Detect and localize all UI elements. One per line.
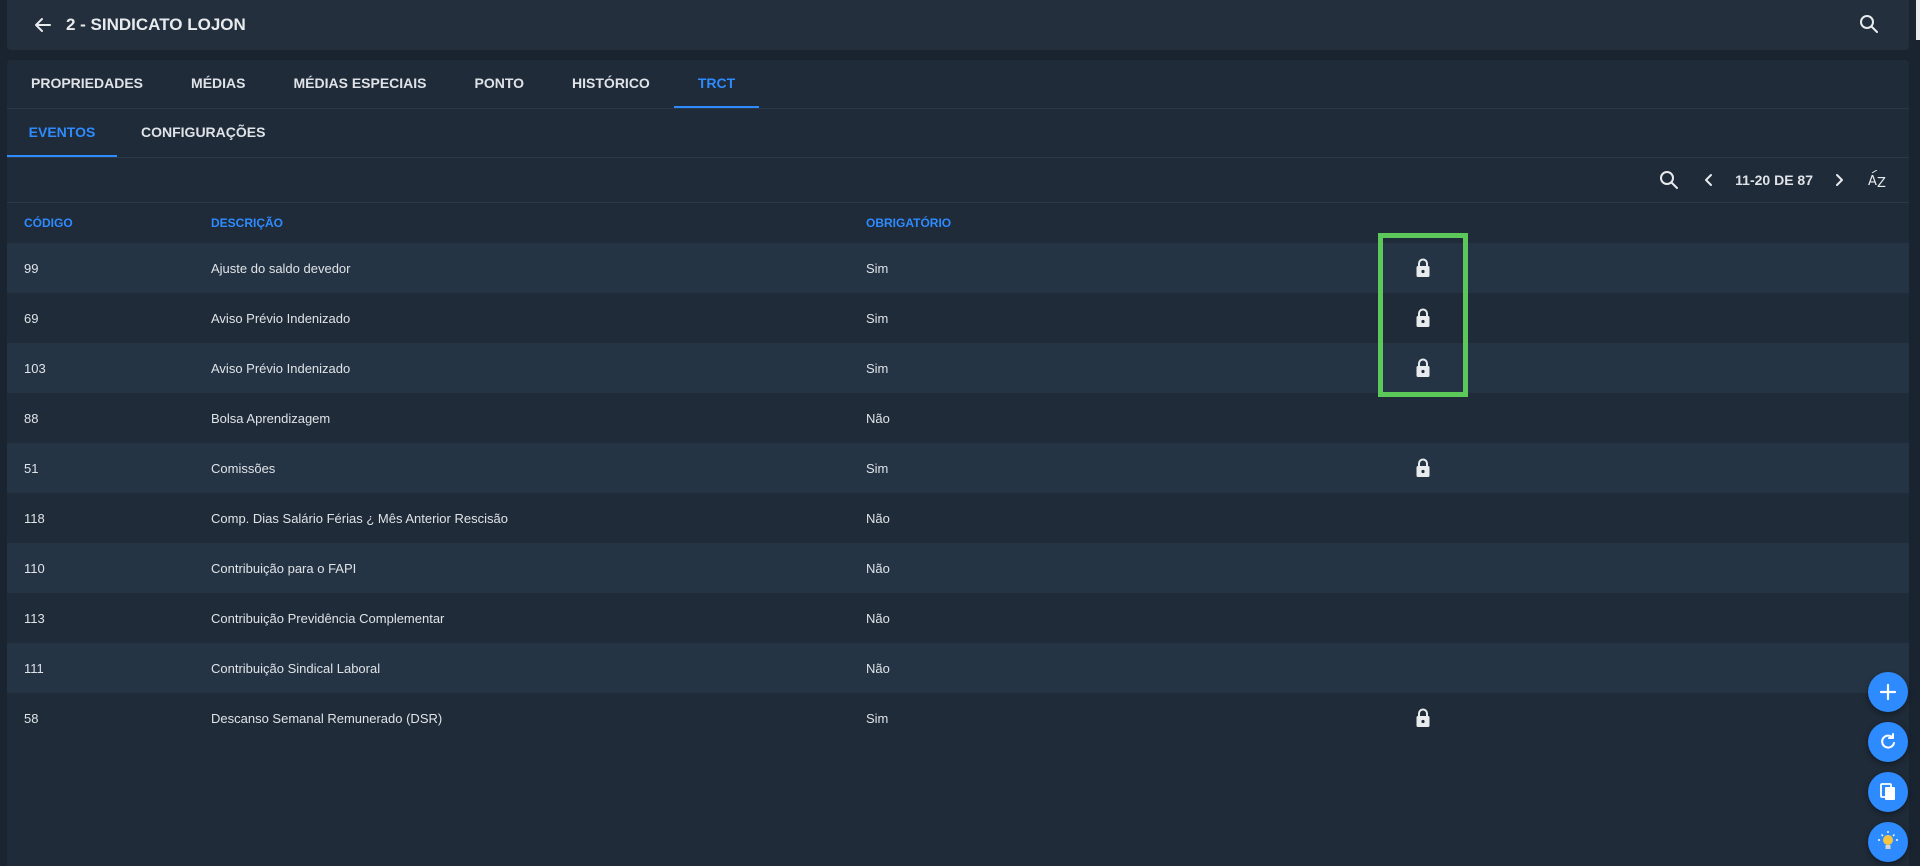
- scrollbar[interactable]: [1916, 0, 1920, 40]
- tab-propriedades[interactable]: PROPRIEDADES: [7, 60, 167, 108]
- column-header-obrigatorio[interactable]: OBRIGATÓRIO: [866, 216, 951, 230]
- refresh-icon: [1881, 733, 1895, 749]
- pagination-label: 11-20 DE 87: [1735, 172, 1813, 188]
- add-button[interactable]: [1868, 672, 1908, 712]
- lock-icon: [1414, 708, 1434, 728]
- table-toolbar: 11-20 DE 87 AZ: [7, 157, 1909, 202]
- cell-obrigatorio: Não: [866, 510, 890, 526]
- table-search-icon[interactable]: [1657, 168, 1681, 192]
- cell-obrigatorio: Sim: [866, 310, 889, 326]
- lock-icon: [1414, 358, 1434, 378]
- cell-codigo: 111: [24, 660, 44, 676]
- cell-obrigatorio: Sim: [866, 360, 889, 376]
- table-row[interactable]: 99 Ajuste do saldo devedor Sim: [7, 243, 1909, 293]
- tab-ponto[interactable]: PONTO: [451, 60, 549, 108]
- table-row[interactable]: 51 Comissões Sim: [7, 443, 1909, 493]
- page-title: 2 - SINDICATO LOJON: [66, 15, 246, 34]
- tab-medias[interactable]: MÉDIAS: [167, 60, 269, 108]
- cell-descricao: Bolsa Aprendizagem: [211, 410, 331, 426]
- lock-icon: [1414, 258, 1434, 278]
- sub-tabs: EVENTOS CONFIGURAÇÕES: [7, 109, 1909, 157]
- column-header-descricao[interactable]: DESCRIÇÃO: [211, 216, 283, 230]
- sort-az-icon[interactable]: AZ: [1867, 168, 1891, 192]
- cell-descricao: Aviso Prévio Indenizado: [211, 310, 351, 326]
- cell-obrigatorio: Sim: [866, 260, 889, 276]
- svg-text:A: A: [1868, 174, 1877, 189]
- table-row[interactable]: 88 Bolsa Aprendizagem Não: [7, 393, 1909, 443]
- tips-button[interactable]: [1868, 822, 1908, 862]
- next-page-icon[interactable]: [1827, 168, 1851, 192]
- table-row[interactable]: 103 Aviso Prévio Indenizado Sim: [7, 343, 1909, 393]
- cell-descricao: Descanso Semanal Remunerado (DSR): [211, 710, 443, 726]
- cell-codigo: 99: [24, 260, 39, 276]
- lightbulb-icon: [1878, 831, 1898, 849]
- cell-codigo: 113: [24, 610, 45, 626]
- cell-obrigatorio: Não: [866, 560, 890, 576]
- back-arrow-icon[interactable]: [32, 14, 54, 36]
- cell-descricao: Comissões: [211, 460, 276, 476]
- subtab-configuracoes[interactable]: CONFIGURAÇÕES: [117, 109, 289, 157]
- search-icon[interactable]: [1859, 14, 1881, 36]
- cell-codigo: 110: [24, 560, 45, 576]
- table-row[interactable]: 110 Contribuição para o FAPI Não: [7, 543, 1909, 593]
- cell-descricao: Contribuição Sindical Laboral: [211, 660, 381, 676]
- main-panel: PROPRIEDADES MÉDIAS MÉDIAS ESPECIAIS PON…: [7, 60, 1909, 866]
- cell-obrigatorio: Sim: [866, 710, 889, 726]
- cell-descricao: Comp. Dias Salário Férias ¿ Mês Anterior…: [211, 510, 508, 526]
- tab-medias-especiais[interactable]: MÉDIAS ESPECIAIS: [269, 60, 450, 108]
- lock-icon: [1414, 308, 1434, 328]
- cell-codigo: 69: [24, 310, 39, 326]
- column-header-codigo[interactable]: CÓDIGO: [24, 216, 73, 230]
- cell-descricao: Contribuição para o FAPI: [211, 560, 357, 576]
- tab-trct[interactable]: TRCT: [673, 60, 760, 108]
- cell-codigo: 88: [24, 410, 39, 426]
- copy-button[interactable]: [1868, 772, 1908, 812]
- cell-obrigatorio: Não: [866, 410, 890, 426]
- cell-codigo: 58: [24, 710, 39, 726]
- table-row[interactable]: 69 Aviso Prévio Indenizado Sim: [7, 293, 1909, 343]
- main-tabs: PROPRIEDADES MÉDIAS MÉDIAS ESPECIAIS PON…: [7, 60, 1909, 109]
- previous-page-icon[interactable]: [1697, 168, 1721, 192]
- cell-descricao: Aviso Prévio Indenizado: [211, 360, 351, 376]
- cell-descricao: Contribuição Previdência Complementar: [211, 610, 445, 626]
- lock-icon: [1414, 458, 1434, 478]
- cell-obrigatorio: Não: [866, 660, 890, 676]
- copy-icon: [1880, 783, 1895, 800]
- svg-text:Z: Z: [1877, 176, 1886, 190]
- cell-obrigatorio: Sim: [866, 460, 889, 476]
- cell-obrigatorio: Não: [866, 610, 890, 626]
- table-row[interactable]: 113 Contribuição Previdência Complementar…: [7, 593, 1909, 643]
- cell-codigo: 118: [24, 510, 45, 526]
- cell-codigo: 103: [24, 360, 46, 376]
- subtab-eventos[interactable]: EVENTOS: [7, 109, 117, 157]
- table-body: 99 Ajuste do saldo devedor Sim 69 Aviso Prév…: [7, 243, 1909, 743]
- table-header: CÓDIGO DESCRIÇÃO OBRIGATÓRIO: [7, 202, 1909, 243]
- cell-descricao: Ajuste do saldo devedor: [211, 260, 351, 276]
- tab-historico[interactable]: HISTÓRICO: [548, 60, 674, 108]
- app-header: 2 - SINDICATO LOJON: [7, 0, 1909, 50]
- table-row[interactable]: 111 Contribuição Sindical Laboral Não: [7, 643, 1909, 693]
- cell-codigo: 51: [24, 460, 39, 476]
- refresh-button[interactable]: [1868, 722, 1908, 762]
- table-row[interactable]: 58 Descanso Semanal Remunerado (DSR) Sim: [7, 693, 1909, 743]
- table-row[interactable]: 118 Comp. Dias Salário Férias ¿ Mês Anter…: [7, 493, 1909, 543]
- add-icon: [1879, 683, 1897, 701]
